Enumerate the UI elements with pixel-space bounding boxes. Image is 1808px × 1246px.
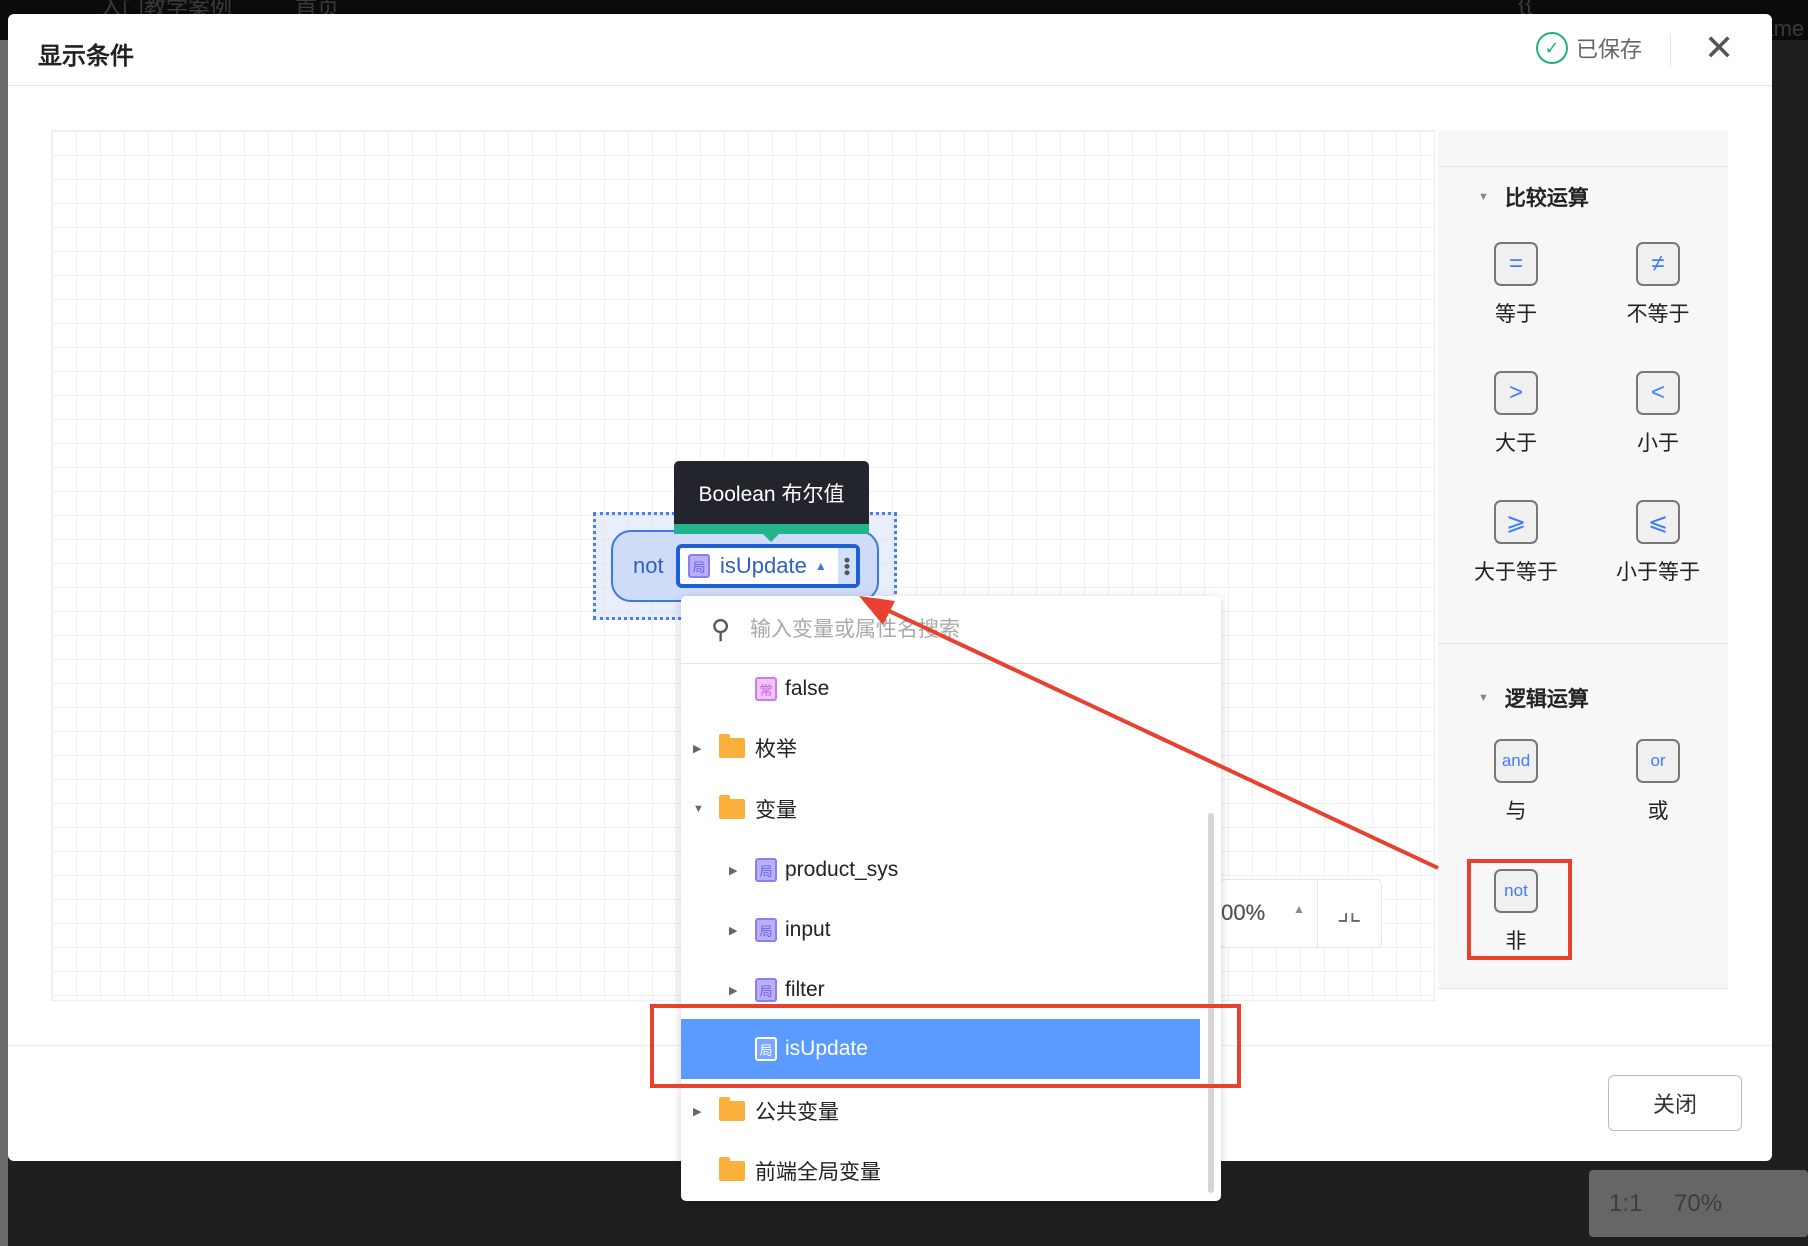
annotation-arrow [859,596,1439,870]
arrow-line [871,601,1439,870]
arrow-head [859,596,895,625]
